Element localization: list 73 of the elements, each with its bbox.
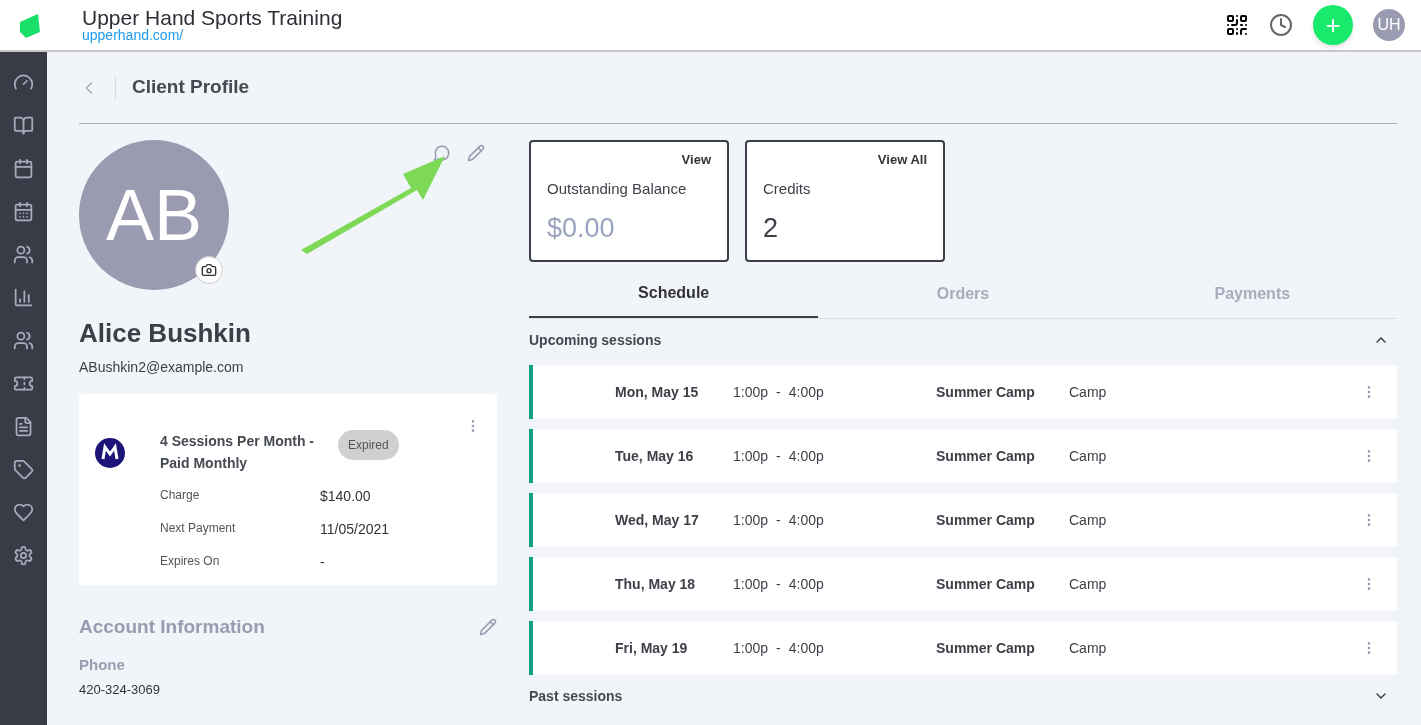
event-type: Camp xyxy=(1069,574,1107,594)
time-separator: - xyxy=(776,446,781,466)
page-title: Client Profile xyxy=(132,75,250,100)
profile-initials: AB xyxy=(105,174,202,257)
session-row[interactable]: Wed, May 17 1:00p - 4:00p Summer Camp Camp xyxy=(529,493,1397,547)
start-time: 1:00p xyxy=(733,638,769,658)
session-row[interactable]: Thu, May 18 1:00p - 4:00p Summer Camp Camp xyxy=(529,557,1397,611)
book-icon[interactable] xyxy=(13,115,34,136)
card-link[interactable]: View All xyxy=(877,150,927,170)
card-label: Outstanding Balance xyxy=(547,178,688,199)
event-name: Summer Camp xyxy=(936,574,1036,594)
heart-icon[interactable] xyxy=(13,502,34,523)
clock-icon[interactable] xyxy=(1269,13,1293,37)
end-time: 4:00p xyxy=(788,382,824,402)
event-type: Camp xyxy=(1069,638,1107,658)
event-type: Camp xyxy=(1069,382,1107,402)
session-row[interactable]: Fri, May 19 1:00p - 4:00p Summer Camp Camp xyxy=(529,621,1397,675)
time-separator: - xyxy=(776,382,781,402)
qr-code-icon[interactable] xyxy=(1225,13,1249,37)
session-date: Thu, May 18 xyxy=(614,574,697,594)
settings-icon[interactable] xyxy=(13,545,34,566)
session-date: Tue, May 16 xyxy=(614,446,695,466)
card-link[interactable]: View xyxy=(681,150,711,170)
field-label: Next Payment xyxy=(160,520,237,537)
event-name: Summer Camp xyxy=(936,382,1036,402)
status-badge: Expired xyxy=(338,430,399,460)
membership-name: 4 Sessions Per Month - Paid Monthly xyxy=(160,432,316,473)
tag-icon[interactable] xyxy=(13,459,34,480)
card-label: Credits xyxy=(763,178,812,199)
field-label: Phone xyxy=(79,654,126,675)
client-name: Alice Bushkin xyxy=(79,317,252,350)
start-time: 1:00p xyxy=(733,446,769,466)
calendar-icon[interactable] xyxy=(13,201,34,222)
field-value: $140.00 xyxy=(320,487,371,506)
session-date: Wed, May 17 xyxy=(614,510,700,530)
event-name: Summer Camp xyxy=(936,446,1036,466)
card-value: 2 xyxy=(763,212,780,245)
section-header[interactable]: Upcoming sessions xyxy=(529,329,662,351)
field-label: Charge xyxy=(160,487,201,504)
end-time: 4:00p xyxy=(788,638,824,658)
section-title: Account Information xyxy=(79,615,265,639)
start-time: 1:00p xyxy=(733,574,769,594)
session-date: Mon, May 15 xyxy=(614,382,700,402)
camera-icon[interactable] xyxy=(201,262,217,278)
document-icon[interactable] xyxy=(13,416,34,437)
end-time: 4:00p xyxy=(788,446,824,466)
time-separator: - xyxy=(776,510,781,530)
end-time: 4:00p xyxy=(788,574,824,594)
event-name: Summer Camp xyxy=(936,510,1036,530)
field-value: 420-324-3069 xyxy=(79,681,161,699)
bar-chart-icon[interactable] xyxy=(13,287,34,308)
event-type: Camp xyxy=(1069,446,1107,466)
field-value: - xyxy=(320,553,325,572)
start-time: 1:00p xyxy=(733,510,769,530)
calendar-icon[interactable] xyxy=(13,158,34,179)
people-icon[interactable] xyxy=(13,330,34,351)
field-value: 11/05/2021 xyxy=(320,520,390,539)
session-date: Fri, May 19 xyxy=(614,638,689,658)
session-row[interactable]: Mon, May 15 1:00p - 4:00p Summer Camp Camp xyxy=(529,365,1397,419)
end-time: 4:00p xyxy=(788,510,824,530)
card-value: $0.00 xyxy=(547,212,616,245)
time-separator: - xyxy=(776,638,781,658)
tab[interactable]: Schedule xyxy=(529,270,819,318)
section-header[interactable]: Past sessions xyxy=(529,685,623,707)
client-email: ABushkin2@example.com xyxy=(79,358,245,377)
membership-logo-icon xyxy=(95,438,125,468)
session-row[interactable]: Tue, May 16 1:00p - 4:00p Summer Camp Camp xyxy=(529,429,1397,483)
start-time: 1:00p xyxy=(733,382,769,402)
field-label: Expires On xyxy=(160,553,221,570)
time-separator: - xyxy=(776,574,781,594)
event-type: Camp xyxy=(1069,510,1107,530)
people-icon[interactable] xyxy=(13,244,34,265)
event-name: Summer Camp xyxy=(936,638,1036,658)
